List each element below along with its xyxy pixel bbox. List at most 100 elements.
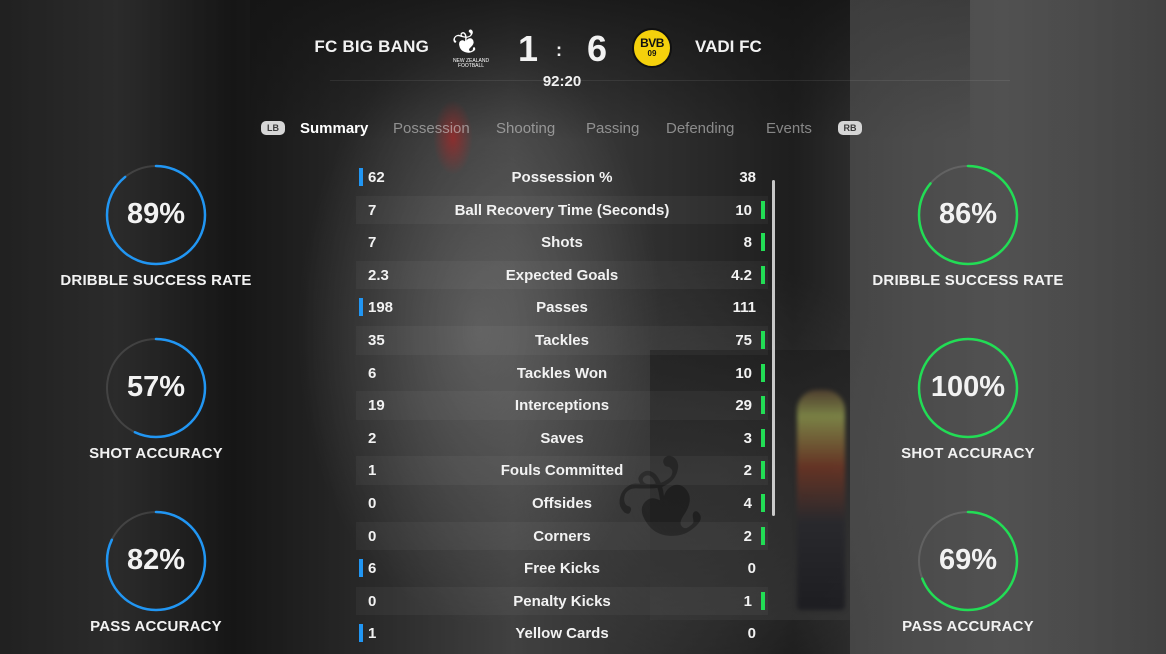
stat-row: 2 Saves 3 [356, 422, 768, 455]
stat-home-value: 7 [368, 201, 377, 219]
stat-away-value: 75 [735, 331, 752, 349]
stat-home-value: 35 [368, 331, 385, 349]
stat-away-value: 29 [735, 397, 752, 415]
tab-shooting[interactable]: Shooting [496, 120, 555, 137]
stat-home-value: 2 [368, 429, 377, 447]
stat-label: Shots [541, 234, 583, 252]
stat-row: 2.3 Expected Goals 4.2 [356, 259, 768, 292]
stat-home-value: 6 [368, 560, 377, 578]
stat-label: Offsides [531, 494, 592, 512]
stat-row: 35 Tackles 75 [356, 324, 768, 357]
stat-home-value: 7 [368, 234, 377, 252]
stat-home-value: 198 [368, 299, 394, 317]
stat-row: 6 Free Kicks 0 [356, 552, 768, 585]
stat-row: 0 Corners 2 [356, 520, 768, 553]
stat-away-value: 2 [743, 527, 752, 545]
stat-label: Possession % [511, 169, 613, 186]
gauge-caption: DRIBBLE SUCCESS RATE [872, 272, 1064, 289]
away-lead-marker [761, 265, 765, 284]
match-clock: 92:20 [542, 73, 582, 90]
stat-row: 1 Yellow Cards 0 [356, 617, 768, 650]
away-lead-marker [761, 330, 765, 349]
stat-label: Corners [533, 527, 591, 545]
away-gauge-pass-accuracy: 69% PASS ACCURACY [868, 510, 1068, 650]
tab-defending[interactable]: Defending [666, 120, 734, 137]
background-steward-figure [797, 390, 845, 610]
gauge-caption: DRIBBLE SUCCESS RATE [60, 272, 252, 289]
stat-away-value: 1 [743, 592, 752, 610]
away-lead-marker [761, 396, 765, 415]
stat-label: Expected Goals [505, 266, 619, 284]
stat-label: Penalty Kicks [513, 592, 611, 610]
stat-label: Ball Recovery Time (Seconds) [454, 201, 670, 219]
stat-row: 19 Interceptions 29 [356, 389, 768, 422]
stat-home-value: 1 [368, 625, 377, 643]
stat-away-value: 4 [743, 494, 752, 512]
away-score: 6 [586, 28, 608, 69]
stat-row: 62 Possession % 38 [356, 161, 768, 194]
gauge-value: 82% [126, 544, 186, 576]
home-crest-text: NEW ZEALAND FOOTBALL [452, 58, 490, 69]
stat-label: Fouls Committed [500, 462, 624, 480]
stat-away-value: 10 [735, 364, 752, 382]
header-divider [330, 80, 1010, 81]
stat-away-value: 0 [747, 560, 756, 578]
gauge-caption: PASS ACCURACY [90, 618, 222, 635]
bvb-crest-icon: BVB 09 [632, 28, 672, 68]
stats-table: 62 Possession % 38 7 Ball Recovery Time (Sec… [356, 161, 768, 650]
score-separator: : [556, 40, 562, 60]
stat-away-value: 111 [732, 299, 756, 317]
stat-away-value: 2 [743, 462, 752, 480]
stat-home-value: 0 [368, 494, 377, 512]
stat-label: Passes [536, 299, 588, 317]
away-crest-top-text: BVB [640, 36, 664, 50]
lb-button-icon[interactable]: LB [261, 121, 285, 135]
gauge-value: 69% [938, 544, 998, 576]
home-team-crest: ❦ NEW ZEALAND FOOTBALL [447, 22, 495, 72]
away-lead-marker [761, 461, 765, 480]
stat-row: 6 Tackles Won 10 [356, 357, 768, 390]
away-lead-marker [761, 428, 765, 447]
stat-row: 0 Offsides 4 [356, 487, 768, 520]
tab-passing[interactable]: Passing [586, 120, 639, 137]
home-team-name: FC BIG BANG [314, 37, 429, 56]
stat-home-value: 62 [368, 169, 385, 186]
stat-row: 198 Passes 111 [356, 291, 768, 324]
home-gauge-shot-accuracy: 57% SHOT ACCURACY [56, 337, 256, 477]
gauge-caption: PASS ACCURACY [902, 618, 1034, 635]
stat-home-value: 0 [368, 592, 377, 610]
tab-events[interactable]: Events [766, 120, 812, 137]
away-lead-marker [761, 233, 765, 252]
scoreboard: FC BIG BANG ❦ NEW ZEALAND FOOTBALL 1 : 6… [0, 0, 1166, 100]
away-crest-bottom-text: 09 [647, 49, 657, 58]
stat-away-value: 10 [735, 201, 752, 219]
home-gauge-dribble: 89% DRIBBLE SUCCESS RATE [56, 164, 256, 304]
stat-row: 7 Shots 8 [356, 226, 768, 259]
gauge-value: 100% [930, 371, 1006, 403]
stat-away-value: 3 [743, 429, 752, 447]
home-gauge-pass-accuracy: 82% PASS ACCURACY [56, 510, 256, 650]
away-team-name: VADI FC [695, 37, 762, 56]
gauge-value: 57% [126, 371, 186, 403]
gauge-value: 89% [126, 198, 186, 230]
stat-away-value: 0 [747, 625, 756, 643]
stat-label: Saves [540, 429, 584, 447]
away-lead-marker [761, 591, 765, 610]
stat-home-value: 19 [368, 397, 385, 415]
stats-tabs: LB Summary Possession Shooting Passing D… [260, 118, 920, 142]
stat-label: Tackles Won [516, 364, 608, 382]
stat-label: Interceptions [514, 397, 610, 415]
stat-home-value: 6 [368, 364, 377, 382]
stat-label: Yellow Cards [515, 625, 609, 643]
away-lead-marker [761, 200, 765, 219]
stat-label: Tackles [535, 331, 589, 349]
gauge-value: 86% [938, 198, 998, 230]
stat-away-value: 4.2 [731, 266, 752, 284]
stat-row: 1 Fouls Committed 2 [356, 454, 768, 487]
tab-possession[interactable]: Possession [393, 120, 470, 137]
away-lead-marker [761, 363, 765, 382]
rb-button-icon[interactable]: RB [838, 121, 862, 135]
stat-home-value: 1 [368, 462, 377, 480]
tab-summary[interactable]: Summary [300, 120, 368, 137]
stats-scrollbar[interactable] [772, 180, 775, 516]
